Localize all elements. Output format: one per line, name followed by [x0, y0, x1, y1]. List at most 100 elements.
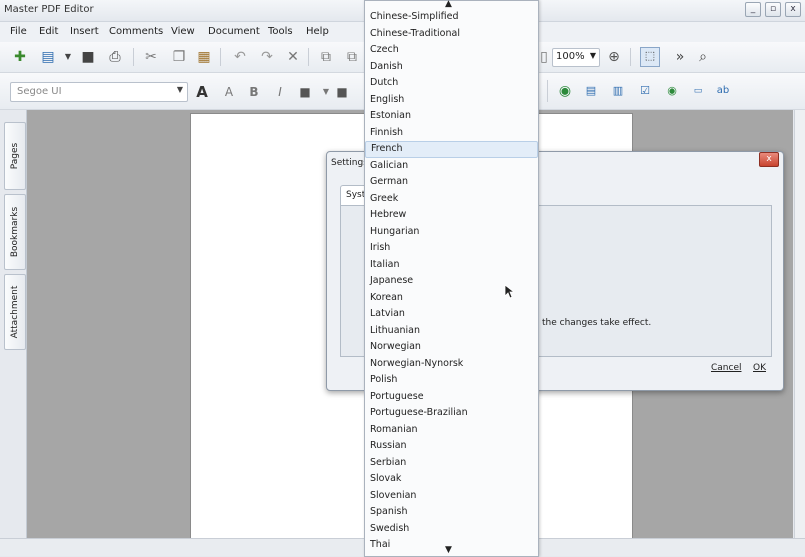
language-dropdown: ▲ Chinese-Simplified Chinese-Traditional C… — [364, 0, 539, 557]
scroll-down-icon[interactable]: ▼ — [445, 545, 452, 555]
language-option[interactable]: Italian — [365, 257, 538, 274]
scroll-up-icon[interactable]: ▲ — [445, 0, 452, 9]
language-option[interactable]: Chinese-Traditional — [365, 26, 538, 43]
open-dropdown-icon[interactable]: ▼ — [60, 49, 76, 65]
language-option[interactable]: Dutch — [365, 75, 538, 92]
tab-bookmarks[interactable]: Bookmarks — [4, 194, 26, 270]
tab-pages[interactable]: Pages — [4, 122, 26, 190]
font-family-combo[interactable]: Segoe UI ▼ — [10, 82, 188, 102]
undo-icon[interactable]: ↶ — [232, 49, 248, 65]
open-icon[interactable]: ▤ — [40, 49, 56, 65]
chevron-down-icon: ▼ — [176, 85, 183, 94]
cancel-button[interactable]: Cancel — [711, 363, 742, 379]
font-family-value: Segoe UI — [17, 86, 62, 97]
language-option[interactable]: Finnish — [365, 125, 538, 142]
language-option[interactable]: Norwegian — [365, 339, 538, 356]
minimize-button[interactable]: _ — [745, 2, 761, 17]
mouse-cursor-icon — [504, 284, 516, 299]
cut-icon[interactable]: ✂ — [143, 49, 159, 65]
zoom-combo[interactable]: 100% ▼ — [552, 48, 600, 67]
print-icon[interactable]: ⎙ — [107, 49, 123, 65]
vertical-scrollbar[interactable] — [794, 110, 805, 538]
menu-insert[interactable]: Insert — [70, 26, 99, 37]
menu-help[interactable]: Help — [306, 26, 329, 37]
language-option[interactable]: German — [365, 174, 538, 191]
language-option[interactable]: Serbian — [365, 455, 538, 472]
checkbox-field-icon[interactable]: ☑ — [637, 83, 653, 99]
pages-icon[interactable]: ⧉ — [318, 49, 334, 65]
close-window-button[interactable]: x — [785, 2, 801, 17]
textbox-field-icon[interactable]: ab — [715, 83, 731, 99]
tab-pages-label: Pages — [10, 142, 20, 170]
language-option[interactable]: Czech — [365, 42, 538, 59]
language-option[interactable]: Irish — [365, 240, 538, 257]
chevron-down-icon[interactable]: ▼ — [318, 84, 334, 100]
tab-attachment-label: Attachment — [10, 285, 20, 339]
language-list: Chinese-Simplified Chinese-Traditional Cze… — [365, 9, 538, 554]
pages-icon[interactable]: ⧉ — [344, 49, 360, 65]
language-option[interactable]: Latvian — [365, 306, 538, 323]
dialog-title: Settings — [331, 158, 368, 168]
delete-icon[interactable]: ✕ — [285, 49, 301, 65]
dialog-close-button[interactable]: x — [759, 152, 779, 167]
language-option[interactable]: Portuguese-Brazilian — [365, 405, 538, 422]
paste-icon[interactable]: ▦ — [196, 49, 212, 65]
language-option[interactable]: Lithuanian — [365, 323, 538, 340]
menu-edit[interactable]: Edit — [39, 26, 58, 37]
menu-document[interactable]: Document — [208, 26, 260, 37]
ok-button[interactable]: OK — [753, 363, 766, 379]
select-tool-icon[interactable]: ⬚ — [640, 47, 660, 67]
language-option[interactable]: French — [365, 141, 538, 158]
button-field-icon[interactable]: ▭ — [690, 83, 706, 99]
language-option[interactable]: Chinese-Simplified — [365, 9, 538, 26]
language-option[interactable]: Slovenian — [365, 488, 538, 505]
restart-message: the changes take effect. — [542, 318, 652, 328]
toolbar-separator — [220, 48, 221, 66]
language-option[interactable]: Swedish — [365, 521, 538, 538]
language-option[interactable]: Spanish — [365, 504, 538, 521]
link-icon[interactable]: ◉ — [557, 83, 573, 99]
language-option[interactable]: Estonian — [365, 108, 538, 125]
fill-color-icon[interactable]: ■ — [297, 84, 313, 100]
left-side-panel: Pages Bookmarks Attachment — [0, 110, 27, 538]
language-option[interactable]: Slovak — [365, 471, 538, 488]
language-option[interactable]: Danish — [365, 59, 538, 76]
language-option[interactable]: Portuguese — [365, 389, 538, 406]
toolbar-separator — [308, 48, 309, 66]
toolbar-separator — [630, 48, 631, 66]
zoom-value: 100% — [556, 51, 585, 62]
tab-bookmarks-label: Bookmarks — [10, 206, 20, 258]
language-option[interactable]: Greek — [365, 191, 538, 208]
bold-button[interactable]: B — [246, 84, 262, 100]
toolbar-separator — [547, 80, 548, 102]
tab-attachment[interactable]: Attachment — [4, 274, 26, 350]
language-option[interactable]: Galician — [365, 158, 538, 175]
menu-view[interactable]: View — [171, 26, 195, 37]
list-field-icon[interactable]: ▥ — [610, 83, 626, 99]
language-option[interactable]: English — [365, 92, 538, 109]
increase-font-icon[interactable]: A — [194, 84, 210, 100]
menu-file[interactable]: File — [10, 26, 27, 37]
italic-button[interactable]: I — [272, 84, 288, 100]
new-document-icon[interactable]: ✚ — [12, 49, 28, 65]
save-icon[interactable]: ■ — [80, 49, 96, 65]
language-option[interactable]: Russian — [365, 438, 538, 455]
menu-comments[interactable]: Comments — [109, 26, 163, 37]
toolbar-separator — [133, 48, 134, 66]
language-option[interactable]: Romanian — [365, 422, 538, 439]
more-tools-icon[interactable]: » — [672, 49, 688, 65]
language-option[interactable]: Norwegian-Nynorsk — [365, 356, 538, 373]
stroke-color-icon[interactable]: ■ — [334, 84, 350, 100]
language-option[interactable]: Hebrew — [365, 207, 538, 224]
redo-icon[interactable]: ↷ — [259, 49, 275, 65]
copy-icon[interactable]: ❐ — [171, 49, 187, 65]
radio-field-icon[interactable]: ◉ — [664, 83, 680, 99]
zoom-in-icon[interactable]: ⊕ — [606, 49, 622, 65]
language-option[interactable]: Hungarian — [365, 224, 538, 241]
text-field-icon[interactable]: ▤ — [583, 83, 599, 99]
menu-tools[interactable]: Tools — [268, 26, 293, 37]
restore-button[interactable]: ▫ — [765, 2, 781, 17]
search-icon[interactable]: ⌕ — [695, 49, 711, 65]
language-option[interactable]: Polish — [365, 372, 538, 389]
decrease-font-icon[interactable]: A — [221, 84, 237, 100]
